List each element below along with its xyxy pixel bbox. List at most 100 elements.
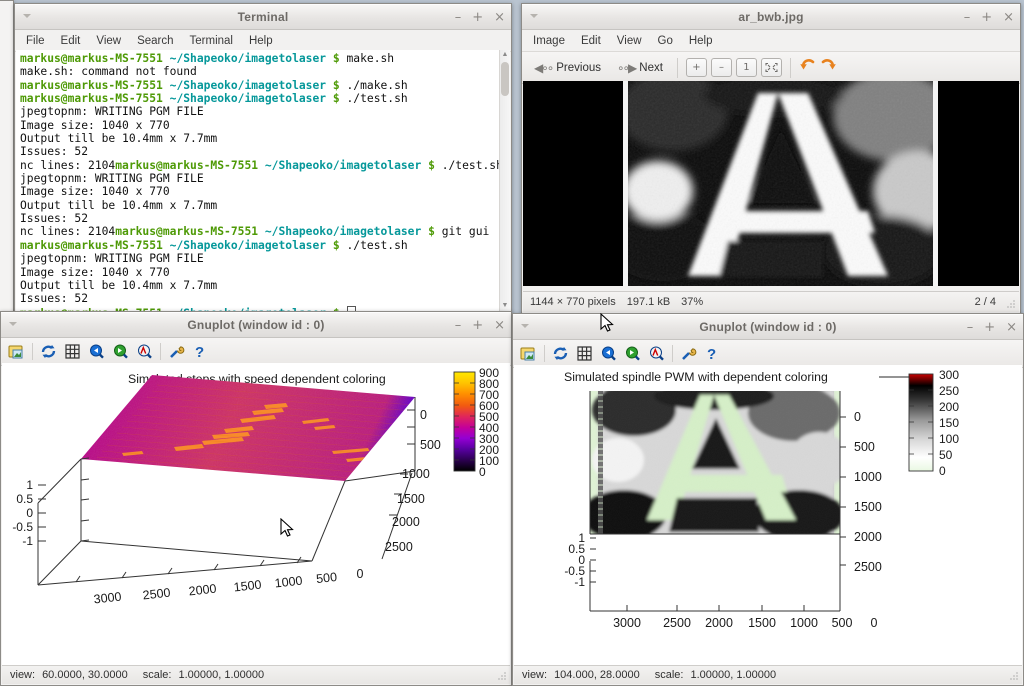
- viewer-minimize-button[interactable]: –: [964, 11, 971, 24]
- gnuplot1-close-button[interactable]: ×: [494, 319, 505, 332]
- terminal-close-button[interactable]: ×: [494, 11, 505, 24]
- svg-text:200: 200: [939, 400, 959, 414]
- gnuplot1-maximize-button[interactable]: +: [472, 319, 483, 332]
- gnuplot2-statusbar: view: 104.000, 28.0000 scale: 1.00000, 1…: [514, 665, 1022, 684]
- zoom-out-icon[interactable]: –: [710, 58, 732, 77]
- autoscale-icon[interactable]: [136, 343, 153, 360]
- chart2-surface: [590, 391, 840, 534]
- best-fit-glyph: [765, 62, 778, 73]
- svg-text:0: 0: [26, 506, 33, 520]
- gnuplot1-minimize-button[interactable]: –: [455, 319, 462, 332]
- svg-text:1: 1: [26, 478, 33, 492]
- chart-simulated-steps: Simulated steps with speed dependent col…: [2, 363, 510, 665]
- svg-text:300: 300: [939, 368, 959, 382]
- gnuplot-window-2[interactable]: Gnuplot (window id : 0) – + × ? Simulate…: [512, 313, 1024, 686]
- gnuplot2-title: Gnuplot (window id : 0): [699, 320, 837, 334]
- svg-text:0: 0: [420, 408, 427, 422]
- svg-text:150: 150: [939, 416, 959, 430]
- menu-help[interactable]: Help: [682, 33, 720, 49]
- rotate-counterclockwise-icon[interactable]: [799, 58, 816, 78]
- image-viewer-window[interactable]: ar_bwb.jpg – + × Image Edit View Go Help…: [521, 3, 1021, 314]
- next-button[interactable]: ∘∘▶ Next: [611, 58, 669, 78]
- previous-zoom-icon[interactable]: [88, 343, 105, 360]
- menu-edit[interactable]: Edit: [54, 33, 88, 49]
- help-icon[interactable]: ?: [704, 345, 721, 362]
- menu-view[interactable]: View: [89, 33, 128, 49]
- svg-text:0: 0: [854, 410, 861, 424]
- menu-help[interactable]: Help: [242, 33, 280, 49]
- gnuplot2-plot-area[interactable]: Simulated spindle PWM with dependent col…: [514, 365, 1022, 665]
- menu-edit[interactable]: Edit: [574, 33, 608, 49]
- grid-icon[interactable]: [576, 345, 593, 362]
- scroll-up-icon[interactable]: ▲: [500, 50, 510, 60]
- svg-text:1500: 1500: [233, 578, 262, 595]
- svg-text:0: 0: [871, 616, 878, 630]
- best-fit-icon[interactable]: [760, 58, 782, 77]
- resize-grip-icon[interactable]: [496, 670, 508, 682]
- gnuplot-window-1[interactable]: Gnuplot (window id : 0) – + × ? Simulate…: [0, 311, 512, 686]
- resize-grip-icon[interactable]: [1005, 298, 1017, 310]
- settings-icon[interactable]: [680, 345, 697, 362]
- next-zoom-icon[interactable]: [112, 343, 129, 360]
- normal-size-icon[interactable]: 1: [735, 58, 757, 77]
- terminal-scrollbar[interactable]: ▲ ▼: [499, 50, 510, 311]
- rotate-clockwise-icon[interactable]: [820, 58, 837, 78]
- terminal-output-area[interactable]: markus@markus-MS-7551 ~/Shapeoko/imageto…: [16, 50, 510, 311]
- scroll-down-icon[interactable]: ▼: [500, 301, 510, 311]
- previous-label: Previous: [556, 61, 602, 74]
- viewer-title: ar_bwb.jpg: [738, 10, 804, 24]
- svg-text:1500: 1500: [748, 616, 776, 630]
- svg-text:-0.5: -0.5: [12, 520, 33, 534]
- svg-text:2000: 2000: [854, 530, 882, 544]
- gnuplot2-close-button[interactable]: ×: [1006, 321, 1017, 334]
- gnuplot1-plot-area[interactable]: Simulated steps with speed dependent col…: [2, 363, 510, 665]
- gnuplot2-minimize-button[interactable]: –: [967, 321, 974, 334]
- autoscale-icon[interactable]: [648, 345, 665, 362]
- toolbar-separator: [32, 343, 33, 360]
- menu-search[interactable]: Search: [130, 33, 180, 49]
- help-icon[interactable]: ?: [192, 343, 209, 360]
- zoom-in-icon[interactable]: +: [685, 58, 707, 77]
- replot-icon[interactable]: [40, 343, 57, 360]
- svg-text:-1: -1: [22, 534, 33, 548]
- gnuplot1-titlebar[interactable]: Gnuplot (window id : 0) – + ×: [1, 312, 511, 338]
- settings-icon[interactable]: [168, 343, 185, 360]
- terminal-minimize-button[interactable]: –: [455, 11, 462, 24]
- svg-text:0: 0: [939, 464, 946, 478]
- gnuplot2-scale-value: 1.00000, 1.00000: [690, 669, 777, 681]
- svg-text:2500: 2500: [142, 586, 171, 603]
- gnuplot2-titlebar[interactable]: Gnuplot (window id : 0) – + ×: [513, 314, 1023, 340]
- gnuplot2-scale-label: scale:: [654, 669, 684, 681]
- terminal-maximize-button[interactable]: +: [472, 11, 483, 24]
- image-canvas[interactable]: [523, 81, 1019, 286]
- export-icon[interactable]: [520, 345, 537, 362]
- next-zoom-icon[interactable]: [624, 345, 641, 362]
- replot-icon[interactable]: [552, 345, 569, 362]
- svg-text:2500: 2500: [663, 616, 691, 630]
- previous-button[interactable]: ◀∘∘ Previous: [528, 58, 607, 78]
- resize-grip-icon[interactable]: [1008, 670, 1020, 682]
- scrollbar-thumb[interactable]: [501, 62, 509, 96]
- arrow-left-icon: ◀∘∘: [534, 60, 554, 75]
- viewer-close-button[interactable]: ×: [1003, 11, 1014, 24]
- terminal-window[interactable]: Terminal – + × File Edit View Search Ter…: [14, 3, 512, 313]
- gnuplot2-view-label: view:: [522, 669, 548, 681]
- export-icon[interactable]: [8, 343, 25, 360]
- menu-image[interactable]: Image: [526, 33, 572, 49]
- toolbar-separator: [672, 345, 673, 362]
- menu-terminal[interactable]: Terminal: [183, 33, 240, 49]
- menu-file[interactable]: File: [19, 33, 52, 49]
- menu-view[interactable]: View: [610, 33, 649, 49]
- terminal-titlebar[interactable]: Terminal – + ×: [15, 4, 511, 30]
- previous-zoom-icon[interactable]: [600, 345, 617, 362]
- gnuplot2-maximize-button[interactable]: +: [984, 321, 995, 334]
- grid-icon[interactable]: [64, 343, 81, 360]
- viewer-maximize-button[interactable]: +: [981, 11, 992, 24]
- viewer-titlebar[interactable]: ar_bwb.jpg – + ×: [522, 4, 1020, 30]
- svg-text:1500: 1500: [397, 492, 425, 506]
- menu-go[interactable]: Go: [651, 33, 680, 49]
- zoom-out-glyph: –: [718, 62, 724, 73]
- image-zoom-level: 37%: [681, 296, 704, 308]
- svg-text:3000: 3000: [613, 616, 641, 630]
- viewer-toolbar: ◀∘∘ Previous ∘∘▶ Next + – 1: [522, 52, 1020, 84]
